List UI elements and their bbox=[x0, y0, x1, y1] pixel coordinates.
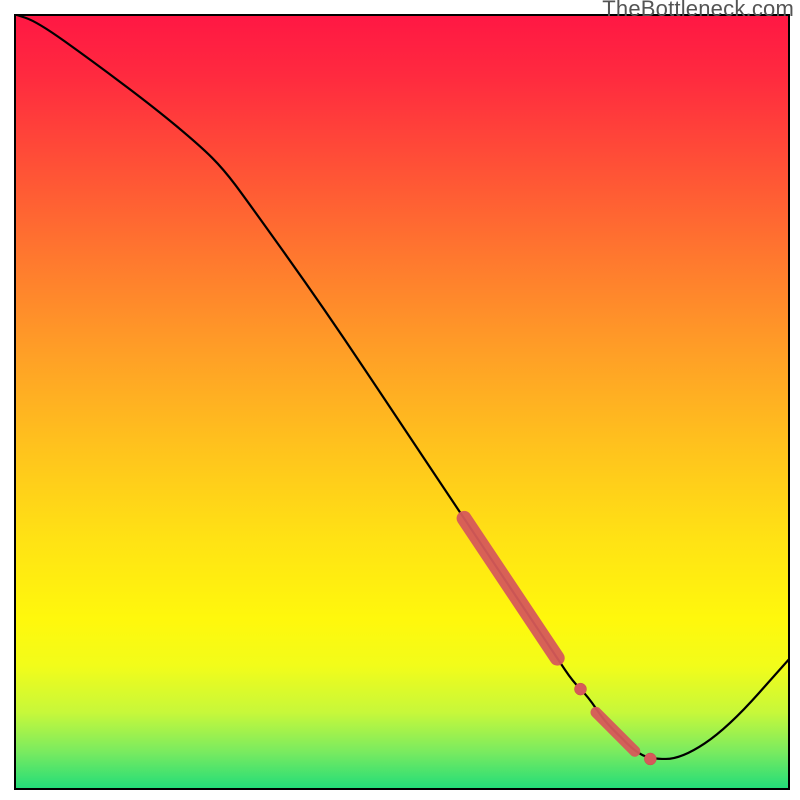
background-gradient bbox=[14, 14, 790, 790]
watermark-text: TheBottleneck.com bbox=[602, 0, 794, 22]
chart-canvas: TheBottleneck.com bbox=[0, 0, 800, 800]
